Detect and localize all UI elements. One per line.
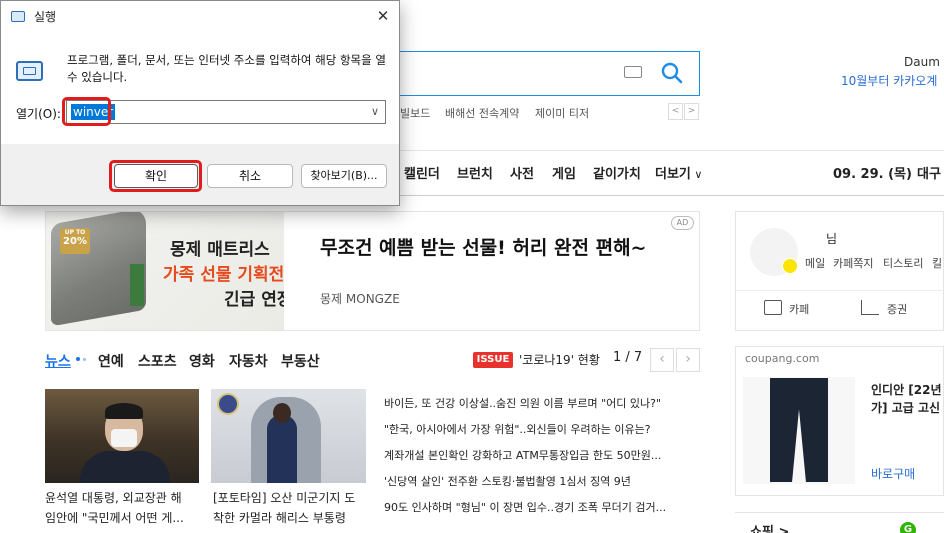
headline-link[interactable]: 바이든, 또 건강 이상설..숨진 의원 이름 부르며 "어디 있나?" <box>384 395 661 411</box>
coupang-label: coupang.com <box>745 352 820 365</box>
nav-more-label: 더보기 <box>655 167 691 182</box>
kakao-icon <box>782 258 798 274</box>
nav-date: 09. 29. (목) <box>833 167 912 182</box>
promo-link[interactable]: 10월부터 카카오계 <box>841 72 937 89</box>
nav-item[interactable]: 브런치 <box>457 163 493 182</box>
chevron-down-icon[interactable]: ∨ <box>367 103 383 121</box>
daum-label: Daum <box>904 55 940 69</box>
next-page-button[interactable]: › <box>676 348 700 372</box>
issue-link[interactable]: '코로나19' 현황 <box>519 351 600 368</box>
tistory-link[interactable]: 티스토리 <box>883 255 923 271</box>
pager: 1 / 7 <box>613 350 643 365</box>
nav-item-more[interactable]: 더보기 ∨ <box>655 163 702 182</box>
dialog-body <box>1 32 399 144</box>
tab-entertainment[interactable]: 연예 <box>98 351 124 371</box>
stock-icon <box>861 300 879 315</box>
service-stock[interactable]: 증권 <box>887 301 907 317</box>
mattress-tag <box>130 264 144 306</box>
nav-item[interactable]: 캘린더 <box>404 163 440 182</box>
product-name[interactable]: 인디안 [22년 가] 고급 고신 <box>871 381 944 417</box>
search-icon[interactable] <box>660 61 684 85</box>
headline-link[interactable]: 90도 인사하며 "형님" 이 장면 입수..경기 조폭 무더기 검거... <box>384 499 666 515</box>
close-button[interactable]: ✕ <box>371 5 395 27</box>
tab-car[interactable]: 자동차 <box>229 351 268 371</box>
browse-button[interactable]: 찾아보기(B)... <box>301 164 387 188</box>
issue-badge: ISSUE <box>473 352 513 368</box>
photo-caption[interactable]: 윤석열 대통령, 외교장관 해 임안에 "국민께서 어떤 게... <box>45 488 203 528</box>
ad-brand-line3: 긴급 연장! <box>224 290 284 310</box>
cafe-message-link[interactable]: 카페쪽지 <box>833 255 873 271</box>
nav-item[interactable]: 사전 <box>510 163 534 182</box>
dot-icon <box>83 358 86 361</box>
seal-icon <box>217 393 239 415</box>
search-input[interactable] <box>392 51 700 96</box>
discount-badge: UP TO 20% <box>60 228 90 254</box>
cafe-icon <box>764 300 782 315</box>
headline-link[interactable]: "한국, 아시아에서 가장 위험"..외신들이 우려하는 이유는? <box>384 421 651 437</box>
hot-keyword[interactable]: 빌보드 <box>400 105 430 121</box>
title-bar[interactable]: 실행 ✕ <box>1 1 399 32</box>
prev-page-button[interactable]: ‹ <box>650 348 674 372</box>
open-label: 열기(O): <box>16 107 61 121</box>
dot-icon <box>76 357 80 361</box>
chevron-down-icon: ∨ <box>690 168 703 181</box>
next-keyword-button[interactable]: > <box>684 103 699 120</box>
cancel-button[interactable]: 취소 <box>207 164 293 188</box>
tab-movie[interactable]: 영화 <box>189 351 215 371</box>
open-combobox[interactable]: winver ∨ <box>66 100 386 124</box>
mail-link[interactable]: 메일 <box>805 255 825 271</box>
headline-link[interactable]: 계좌개설 본인확인 강화하고 ATM무통장입금 한도 50만원... <box>384 447 661 463</box>
run-icon <box>16 61 43 81</box>
user-name: 님 <box>826 232 838 246</box>
headline-link[interactable]: '신당역 살인' 전주환 스토킹·불법촬영 1심서 징역 9년 <box>384 473 631 489</box>
divider <box>736 290 944 291</box>
news-photo[interactable] <box>211 389 366 483</box>
keyboard-icon[interactable] <box>624 66 642 78</box>
nav-weather[interactable]: 대구 <box>917 163 941 182</box>
run-app-icon <box>11 11 25 22</box>
service-cafe[interactable]: 카페 <box>789 301 809 317</box>
ad-title[interactable]: 무조건 예쁨 받는 선물! 허리 완전 편해~ <box>320 234 670 263</box>
highlight-box <box>62 97 111 126</box>
nav-item[interactable]: 같이가치 <box>593 163 641 182</box>
hot-keyword[interactable]: 제이미 티저 <box>535 105 589 121</box>
run-dialog: 실행 ✕ 프로그램, 폴더, 문서, 또는 인터넷 주소를 입력하여 해당 항목… <box>0 0 400 206</box>
tab-realestate[interactable]: 부동산 <box>281 351 320 371</box>
buy-link[interactable]: 바로구매 <box>871 465 915 482</box>
shop-link[interactable]: 쇼핑 > <box>750 521 789 533</box>
ad-brand-line1: 몽제 매트리스 <box>170 240 270 260</box>
ad-label: AD <box>671 216 694 230</box>
ad-sub[interactable]: 몽제 MONGZE <box>320 290 400 307</box>
ad-brand-line2: 가족 선물 기획전 <box>163 265 284 285</box>
ad-image[interactable]: UP TO20% 몽제 매트리스 가족 선물 기획전 긴급 연장! <box>46 212 284 330</box>
calendar-link[interactable]: 킬 <box>932 255 942 271</box>
highlight-box <box>109 160 202 192</box>
news-photo[interactable] <box>45 389 199 483</box>
prev-keyword-button[interactable]: < <box>668 103 683 120</box>
photo-caption[interactable]: [포토타임] 오산 미군기지 도 착한 카멀라 해리스 부통령 <box>213 488 371 528</box>
hot-keyword[interactable]: 배해선 전속계약 <box>445 105 519 121</box>
dialog-description: 프로그램, 폴더, 문서, 또는 인터넷 주소를 입력하여 해당 항목을 열 수… <box>67 53 386 84</box>
tab-sports[interactable]: 스포츠 <box>138 351 177 371</box>
g-icon: G <box>900 522 916 533</box>
nav-item[interactable]: 게임 <box>552 163 576 182</box>
dialog-title: 실행 <box>34 10 57 24</box>
tab-news[interactable]: 뉴스 <box>45 351 71 371</box>
